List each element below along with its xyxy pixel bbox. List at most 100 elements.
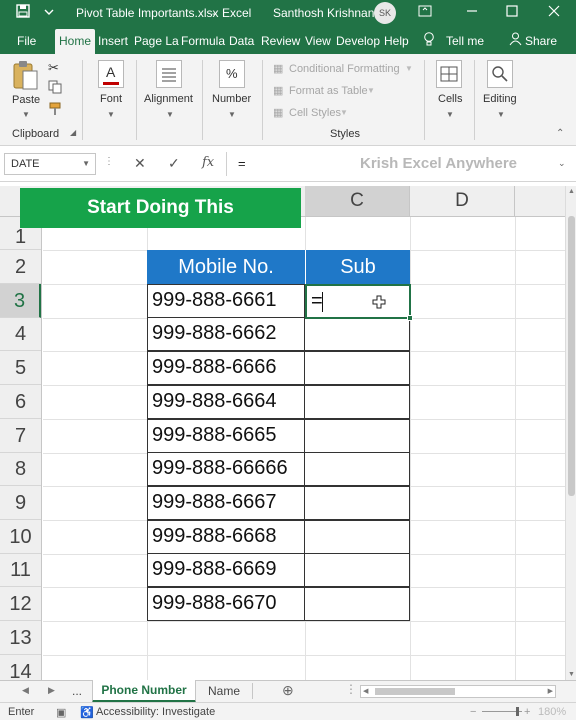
close-icon[interactable] xyxy=(548,4,560,21)
column-header-e[interactable] xyxy=(515,186,565,216)
header-mobile-no[interactable]: Mobile No. xyxy=(147,250,305,284)
row-header[interactable]: 9 xyxy=(0,486,41,520)
tab-home[interactable]: Home xyxy=(55,29,96,54)
conditional-formatting-button[interactable]: Conditional Formatting xyxy=(289,63,400,75)
header-sub[interactable]: Sub xyxy=(305,250,410,284)
sub-cell[interactable] xyxy=(304,452,410,486)
tab-review[interactable]: Review xyxy=(261,34,300,48)
chevron-down-icon[interactable] xyxy=(44,5,54,20)
sub-cell[interactable] xyxy=(304,317,410,351)
row-header[interactable]: 11 xyxy=(0,554,41,587)
avatar[interactable]: SK xyxy=(374,2,396,24)
sheet-split-icon[interactable]: ⋮ xyxy=(345,682,357,696)
more-sheets-button[interactable]: ... xyxy=(72,684,82,698)
row-header[interactable]: 6 xyxy=(0,385,41,419)
zoom-in-icon[interactable]: + xyxy=(524,706,530,718)
fill-handle[interactable] xyxy=(407,315,413,321)
sub-cell[interactable] xyxy=(304,553,410,587)
row-header[interactable]: 5 xyxy=(0,351,41,385)
collapse-ribbon-icon[interactable]: ⌃ xyxy=(556,128,564,139)
enter-icon[interactable]: ✓ xyxy=(168,155,180,172)
editing-icon[interactable] xyxy=(487,60,513,88)
format-as-table-button[interactable]: Format as Table xyxy=(289,85,368,97)
horizontal-scrollbar[interactable]: ◀ ▶ xyxy=(360,685,556,698)
clipboard-launcher-icon[interactable]: ◢ xyxy=(70,128,76,137)
cell-styles-button[interactable]: Cell Styles xyxy=(289,107,341,119)
format-as-table-dropdown-icon[interactable]: ▼ xyxy=(367,86,375,95)
row-header[interactable]: 8 xyxy=(0,453,41,486)
row-header-selected[interactable]: 3 xyxy=(0,284,41,318)
mobile-cell[interactable]: 999-888-6667 xyxy=(147,486,305,520)
sub-cell[interactable] xyxy=(304,587,410,621)
add-sheet-icon[interactable]: ⊕ xyxy=(282,682,294,699)
tab-file[interactable]: File xyxy=(17,34,36,48)
alignment-dropdown-icon[interactable]: ▼ xyxy=(166,110,174,119)
scroll-sheets-left-icon[interactable]: ◀ xyxy=(22,685,29,696)
zoom-slider-thumb[interactable] xyxy=(516,707,519,716)
minimize-icon[interactable] xyxy=(466,3,478,20)
mobile-cell[interactable]: 999-888-6668 xyxy=(147,520,305,554)
formula-input[interactable]: = xyxy=(238,156,246,171)
share-button[interactable]: Share xyxy=(525,34,557,48)
tab-formulas[interactable]: Formula xyxy=(181,34,225,48)
font-icon[interactable]: A xyxy=(98,60,124,88)
alignment-icon[interactable] xyxy=(156,60,182,88)
sub-cell[interactable] xyxy=(304,419,410,453)
row-header[interactable]: 4 xyxy=(0,318,41,351)
zoom-out-icon[interactable]: − xyxy=(470,706,476,718)
sub-cell[interactable] xyxy=(304,351,410,385)
column-header-d[interactable]: D xyxy=(410,186,515,216)
row-header[interactable]: 2 xyxy=(0,250,41,284)
active-cell-c3[interactable]: = xyxy=(305,284,411,319)
cell-styles-dropdown-icon[interactable]: ▼ xyxy=(340,108,348,117)
scroll-right-icon[interactable]: ▶ xyxy=(548,687,553,695)
scroll-left-icon[interactable]: ◀ xyxy=(363,687,368,695)
cells-icon[interactable] xyxy=(436,60,462,88)
cells-button[interactable]: Cells xyxy=(438,93,462,105)
column-header-c[interactable]: C xyxy=(305,186,410,216)
vertical-scroll-thumb[interactable] xyxy=(568,216,575,496)
paste-icon[interactable] xyxy=(12,60,40,95)
tab-page-layout[interactable]: Page La xyxy=(134,34,179,48)
tell-me-search[interactable]: Tell me xyxy=(446,34,484,48)
zoom-level[interactable]: 180% xyxy=(538,706,566,718)
sheet-tab-name[interactable]: Name xyxy=(208,684,240,698)
sub-cell[interactable] xyxy=(304,520,410,554)
sub-cell[interactable] xyxy=(304,385,410,419)
mobile-cell[interactable]: 999-888-6662 xyxy=(147,317,305,351)
conditional-formatting-dropdown-icon[interactable]: ▼ xyxy=(405,64,413,73)
row-header[interactable]: 12 xyxy=(0,587,41,621)
tab-insert[interactable]: Insert xyxy=(98,34,128,48)
number-dropdown-icon[interactable]: ▼ xyxy=(228,110,236,119)
mobile-cell[interactable]: 999-888-6669 xyxy=(147,553,305,587)
font-dropdown-icon[interactable]: ▼ xyxy=(107,110,115,119)
format-painter-icon[interactable] xyxy=(48,102,62,119)
ribbon-display-icon[interactable] xyxy=(418,4,432,21)
tab-developer[interactable]: Develop xyxy=(336,34,380,48)
macro-record-icon[interactable]: ▣ xyxy=(56,706,66,719)
sub-cell[interactable] xyxy=(304,486,410,520)
name-box-dropdown-icon[interactable]: ▼ xyxy=(82,159,90,168)
vertical-scrollbar[interactable]: ▲ ▼ xyxy=(565,186,576,680)
paste-button[interactable]: Paste xyxy=(12,94,40,106)
maximize-icon[interactable] xyxy=(506,4,518,21)
row-header[interactable]: 14 xyxy=(0,655,41,680)
tab-help[interactable]: Help xyxy=(384,34,409,48)
row-header[interactable]: 13 xyxy=(0,621,41,655)
name-box[interactable]: DATE ▼ xyxy=(4,153,96,175)
scroll-up-icon[interactable]: ▲ xyxy=(568,188,575,195)
mobile-cell[interactable]: 999-888-6661 xyxy=(147,284,305,318)
horizontal-scroll-thumb[interactable] xyxy=(375,688,455,695)
accessibility-status[interactable]: Accessibility: Investigate xyxy=(96,706,215,718)
row-header[interactable]: 7 xyxy=(0,419,41,453)
mobile-cell[interactable]: 999-888-6665 xyxy=(147,419,305,453)
cells-dropdown-icon[interactable]: ▼ xyxy=(446,110,454,119)
expand-formula-bar-icon[interactable]: ⌄ xyxy=(558,158,566,169)
scroll-sheets-right-icon[interactable]: ▶ xyxy=(48,685,55,696)
scroll-down-icon[interactable]: ▼ xyxy=(568,671,575,678)
editing-button[interactable]: Editing xyxy=(483,93,517,105)
number-button[interactable]: Number xyxy=(212,93,251,105)
font-button[interactable]: Font xyxy=(100,93,122,105)
mobile-cell[interactable]: 999-888-6664 xyxy=(147,385,305,419)
cancel-icon[interactable]: ✕ xyxy=(134,155,146,172)
